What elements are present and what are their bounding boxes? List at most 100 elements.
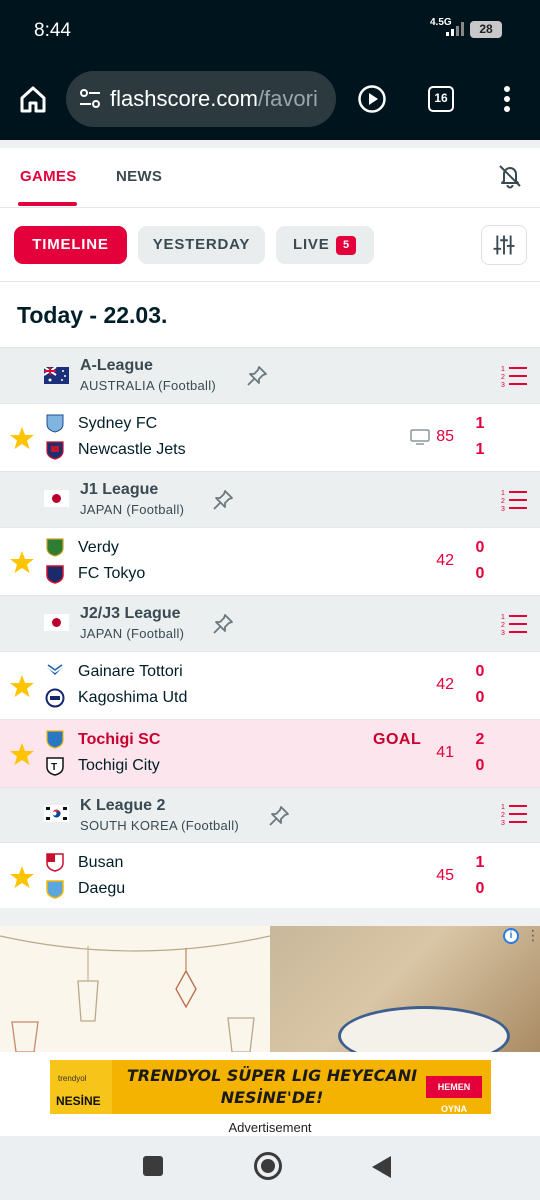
more-menu-icon[interactable] [497, 84, 517, 114]
goal-label: GOAL [373, 731, 422, 748]
recents-icon[interactable] [143, 1156, 163, 1176]
advertisement: i ⋮ trendyol NESİNE TRENDYOL SÜPER LIG H… [0, 926, 540, 1136]
ad-cta-button[interactable]: HEMEN OYNA [426, 1076, 482, 1114]
sydney-fc-crest-icon [46, 414, 64, 433]
fc-tokyo-crest-icon [46, 565, 64, 584]
flag-japan-icon [44, 614, 69, 631]
away-score: 0 [475, 689, 485, 706]
match-row[interactable]: T Tochigi SC Tochigi City GOAL 41 2 0 [0, 719, 540, 787]
league-header[interactable]: J1 League JAPAN (Football) 1 2 3 [0, 471, 540, 527]
favorite-star-icon[interactable] [9, 425, 35, 451]
standings-icon[interactable]: 1 2 3 [501, 487, 527, 513]
match-row[interactable]: Busan Daegu 45 1 0 [0, 842, 540, 908]
url-host: flashscore.com [110, 86, 258, 111]
ad-headline-line2: NESİNE'DE! [220, 1088, 324, 1107]
svg-text:2: 2 [501, 812, 505, 819]
match-row[interactable]: Gainare Tottori Kagoshima Utd 42 0 0 [0, 651, 540, 719]
ad-banner-trendyol[interactable]: trendyol NESİNE TRENDYOL SÜPER LIG HEYEC… [50, 1060, 491, 1114]
home-team: Verdy [78, 539, 119, 556]
yesterday-filter-button[interactable]: YESTERDAY [138, 226, 265, 264]
live-count-badge: 5 [336, 236, 356, 255]
home-team: Sydney FC [78, 415, 158, 432]
league-country-name: JAPAN [80, 626, 123, 641]
favorite-star-icon[interactable] [9, 864, 35, 890]
trendyol-logo: trendyol NESİNE [50, 1060, 112, 1114]
back-icon[interactable] [372, 1156, 391, 1178]
pin-icon[interactable] [211, 488, 235, 512]
svg-text:1: 1 [501, 490, 505, 497]
divider [0, 140, 540, 148]
svg-text:2: 2 [501, 622, 505, 629]
home-score: 1 [475, 415, 485, 432]
league-sport: (Football) [181, 818, 240, 833]
league-name: J1 League [80, 481, 159, 498]
divider [0, 908, 540, 926]
home-score: 0 [475, 539, 485, 556]
tab-games[interactable]: GAMES [20, 168, 77, 185]
match-row[interactable]: Verdy FC Tokyo 42 0 0 [0, 527, 540, 595]
league-sport: (Football) [126, 502, 185, 517]
tochigi-sc-crest-icon [46, 730, 64, 749]
filter-settings-icon[interactable] [481, 225, 527, 265]
home-team: Busan [78, 854, 124, 871]
svg-text:3: 3 [501, 506, 505, 513]
advertisement-label: Advertisement [228, 1120, 312, 1135]
away-team: Tochigi City [78, 757, 160, 774]
league-header[interactable]: K League 2 SOUTH KOREA (Football) 1 2 3 [0, 787, 540, 843]
away-team: Newcastle Jets [78, 441, 186, 458]
tv-icon [410, 429, 430, 445]
standings-icon[interactable]: 1 2 3 [501, 363, 527, 389]
ad-brand-trendyol: trendyol [58, 1074, 87, 1083]
status-time: 8:44 [34, 20, 71, 41]
home-score: 2 [475, 731, 485, 748]
away-score: 0 [475, 757, 485, 774]
svg-text:3: 3 [501, 630, 505, 637]
pin-icon[interactable] [245, 364, 269, 388]
home-score: 1 [475, 854, 485, 871]
svg-text:3: 3 [501, 820, 505, 827]
home-icon[interactable] [18, 84, 48, 114]
standings-icon[interactable]: 1 2 3 [501, 801, 527, 827]
away-team: Kagoshima Utd [78, 689, 188, 706]
match-row[interactable]: Sydney FC Newcastle Jets 85 1 1 [0, 403, 540, 471]
play-icon[interactable] [357, 84, 387, 114]
home-score: 0 [475, 663, 485, 680]
favorite-star-icon[interactable] [9, 673, 35, 699]
away-team: FC Tokyo [78, 565, 146, 582]
league-country: JAPAN (Football) [80, 502, 184, 517]
live-filter-button[interactable]: LIVE 5 [276, 226, 374, 264]
pin-icon[interactable] [211, 612, 235, 636]
site-settings-icon[interactable] [78, 88, 102, 110]
svg-text:2: 2 [501, 374, 505, 381]
url-path: /favori [257, 86, 318, 111]
favorite-star-icon[interactable] [9, 549, 35, 575]
match-minute: 42 [436, 676, 454, 693]
away-score: 0 [475, 880, 485, 897]
league-country-name: AUSTRALIA [80, 378, 155, 393]
ad-info-icon[interactable]: i [503, 928, 519, 944]
favorite-star-icon[interactable] [9, 741, 35, 767]
standings-icon[interactable]: 1 2 3 [501, 611, 527, 637]
timeline-filter-button[interactable]: TIMELINE [14, 226, 127, 264]
tochigi-city-crest-icon: T [46, 757, 64, 776]
league-country-name: JAPAN [80, 502, 123, 517]
home-circle-icon[interactable] [254, 1152, 282, 1180]
flag-australia-icon [44, 367, 69, 384]
tab-switcher-button[interactable]: 16 [428, 86, 454, 112]
address-bar[interactable]: flashscore.com/favori [66, 71, 336, 127]
tab-news[interactable]: NEWS [116, 168, 162, 185]
league-header[interactable]: A-League AUSTRALIA (Football) 1 2 3 [0, 347, 540, 403]
league-header[interactable]: J2/J3 League JAPAN (Football) 1 2 3 [0, 595, 540, 651]
ad-brand-nesine: NESİNE [56, 1094, 101, 1108]
league-name: A-League [80, 357, 153, 374]
live-label: LIVE [293, 236, 330, 253]
svg-text:2: 2 [501, 498, 505, 505]
flag-south-korea-icon [44, 805, 69, 822]
league-name: J2/J3 League [80, 605, 181, 622]
pin-icon[interactable] [267, 804, 291, 828]
home-team: Gainare Tottori [78, 663, 183, 680]
ad-banner-image[interactable]: i ⋮ [0, 926, 540, 1052]
ad-options-icon[interactable]: ⋮ [526, 928, 540, 944]
notifications-off-icon[interactable] [496, 162, 524, 190]
match-minute: 41 [436, 744, 454, 761]
